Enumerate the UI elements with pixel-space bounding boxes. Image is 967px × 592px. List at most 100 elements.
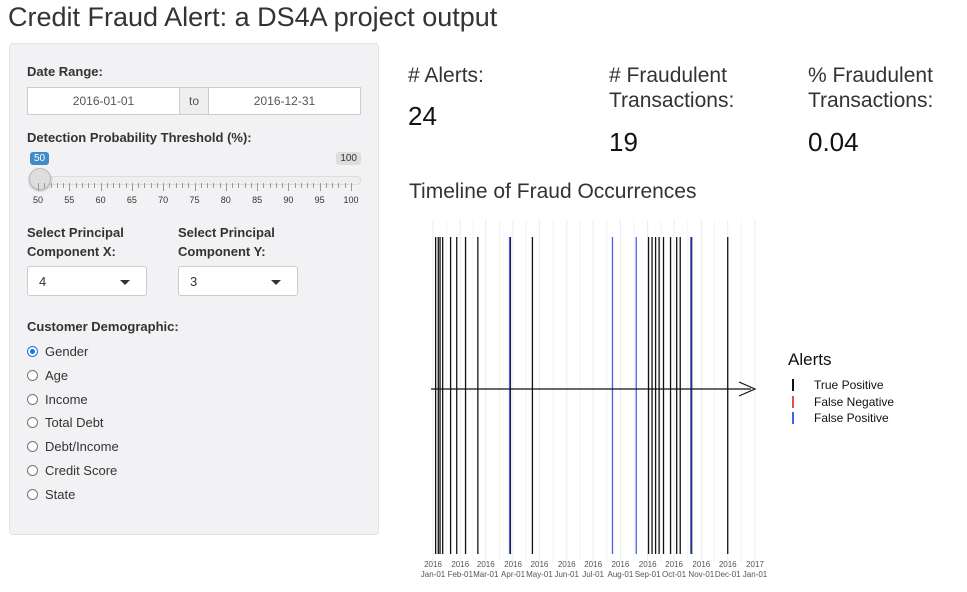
legend-title: Alerts <box>788 350 832 369</box>
slider-tick <box>332 183 334 188</box>
slider-tick-label: 60 <box>95 195 106 205</box>
demographic-radio-gender[interactable]: Gender <box>27 344 88 359</box>
x-tick-label-year: 2016 <box>451 560 469 569</box>
slider-tick <box>263 183 265 188</box>
x-tick-label-date: Jul-01 <box>582 570 604 579</box>
x-tick-label-date: Jun-01 <box>554 570 579 579</box>
slider-tick <box>300 183 302 188</box>
date-start-input[interactable]: 2016-01-01 <box>27 87 180 115</box>
demographic-radio-state[interactable]: State <box>27 487 75 502</box>
x-tick-label-date: Apr-01 <box>501 570 526 579</box>
legend-label: True Positive <box>814 378 884 392</box>
radio-label: Total Debt <box>45 415 104 431</box>
legend-swatch <box>792 395 794 408</box>
chevron-down-icon <box>271 280 281 285</box>
slider-ticks <box>38 183 361 192</box>
slider-tick <box>275 183 277 188</box>
radio-button[interactable] <box>27 417 38 429</box>
demographic-radio-debt-income[interactable]: Debt/Income <box>27 439 119 454</box>
demographic-radio-age[interactable]: Age <box>27 368 68 383</box>
x-tick-label-year: 2017 <box>746 560 764 569</box>
x-tick-label-date: Jan-01 <box>421 570 446 579</box>
date-end-input[interactable]: 2016-12-31 <box>208 87 361 115</box>
slider-tick <box>213 183 215 188</box>
slider-tick <box>156 183 158 188</box>
legend-item: True Positive <box>792 378 884 392</box>
radio-label: Gender <box>45 344 89 359</box>
slider-tick <box>200 183 202 188</box>
demographic-radio-income[interactable]: Income <box>27 392 88 407</box>
slider-tick <box>131 183 133 191</box>
slider-tick <box>119 183 121 188</box>
x-tick-label-date: Aug-01 <box>607 570 633 579</box>
slider-tick <box>63 183 65 188</box>
x-tick-label-date: Nov-01 <box>688 570 714 579</box>
slider-tick-label: 65 <box>126 195 137 205</box>
slider-tick <box>138 183 140 188</box>
pcx-select[interactable]: 4 <box>27 266 147 296</box>
chevron-down-icon <box>120 280 130 285</box>
radio-button[interactable] <box>27 488 38 500</box>
fraud-label-line2: Transactions: <box>609 89 735 112</box>
radio-button[interactable] <box>27 369 38 381</box>
fraud-label-line1: # Fraudulent <box>609 64 727 87</box>
slider-tick-label: 95 <box>314 195 325 205</box>
pcx-label-line2: Component X: <box>27 244 116 259</box>
slider-tick <box>294 183 296 188</box>
slider-tick <box>238 183 240 188</box>
fraud-value: 19 <box>609 127 638 157</box>
slider-tick-label: 90 <box>283 195 294 205</box>
demographic-radio-total-debt[interactable]: Total Debt <box>27 415 104 430</box>
slider-tick <box>194 183 196 191</box>
x-tick-label-date: Oct-01 <box>662 570 687 579</box>
x-tick-label-date: Sep-01 <box>635 570 661 579</box>
x-tick-label-date: Dec-01 <box>715 570 741 579</box>
slider-tick-label: 100 <box>343 195 359 205</box>
slider-tick <box>288 183 290 191</box>
slider-tick <box>344 183 346 188</box>
slider-tick <box>56 183 58 188</box>
x-tick-label-year: 2016 <box>692 560 710 569</box>
legend-label: False Positive <box>814 411 889 425</box>
threshold-slider[interactable]: 50 100 50 55 60 65 70 75 80 85 90 95 100 <box>27 150 361 210</box>
slider-tick <box>125 183 127 188</box>
x-tick-label-date: Feb-01 <box>448 570 474 579</box>
pcx-selected-value: 4 <box>39 274 47 289</box>
slider-max-bubble: 100 <box>336 152 361 165</box>
demographic-label: Customer Demographic: <box>27 319 179 334</box>
slider-tick <box>94 183 96 188</box>
legend-swatch <box>792 379 794 391</box>
radio-button[interactable] <box>27 393 38 405</box>
slider-tick <box>44 183 46 188</box>
pcy-select[interactable]: 3 <box>178 266 298 296</box>
radio-label: Age <box>45 367 69 383</box>
slider-tick <box>75 183 77 188</box>
slider-tick-label: 80 <box>220 195 231 205</box>
slider-tick <box>351 183 352 191</box>
slider-tick <box>225 183 227 191</box>
slider-tick <box>81 183 83 188</box>
demographic-radio-credit-score[interactable]: Credit Score <box>27 463 117 478</box>
slider-tick <box>250 183 252 188</box>
slider-tick <box>150 183 152 188</box>
slider-tick <box>282 183 284 188</box>
alerts-label: # Alerts: <box>408 64 484 87</box>
slider-tick <box>219 183 221 188</box>
x-tick-label-year: 2016 <box>504 560 522 569</box>
radio-button[interactable] <box>27 441 38 453</box>
slider-tick <box>69 183 71 191</box>
radio-button[interactable] <box>27 465 38 476</box>
slider-tick <box>144 183 146 188</box>
radio-button[interactable] <box>27 346 38 357</box>
pcy-label-line1: Select Principal <box>178 225 275 240</box>
pct-label-line2: Transactions: <box>808 89 934 112</box>
pcy-selected-value: 3 <box>190 274 198 289</box>
sidebar-panel: Date Range: 2016-01-01 to 2016-12-31 Det… <box>9 43 379 535</box>
slider-tick-label: 50 <box>32 195 44 205</box>
pct-value: 0.04 <box>808 127 859 157</box>
slider-tick <box>207 183 209 188</box>
slider-tick <box>338 183 340 188</box>
radio-label: Debt/Income <box>45 439 119 455</box>
date-range-label: Date Range: <box>27 64 103 79</box>
legend-item: False Negative <box>792 395 894 409</box>
